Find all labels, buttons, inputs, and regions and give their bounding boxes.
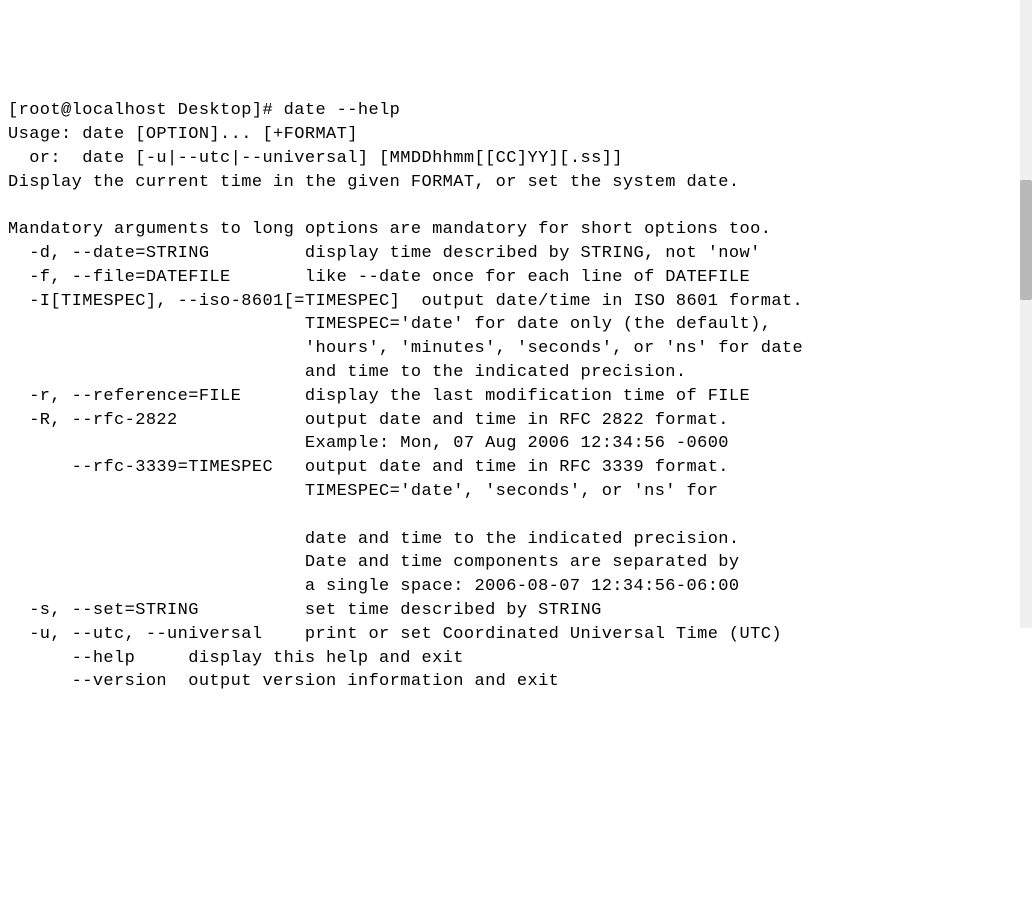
shell-prompt: [root@localhost Desktop]#	[8, 101, 284, 120]
option-rfc3339-line-4: Date and time components are separated b…	[8, 553, 740, 572]
option-rfc3339-line-5: a single space: 2006-08-07 12:34:56-06:0…	[8, 577, 740, 596]
option-r-line: -r, --reference=FILE display the last mo…	[8, 387, 750, 406]
option-I-line-2: TIMESPEC='date' for date only (the defau…	[8, 315, 771, 334]
option-d-line: -d, --date=STRING display time described…	[8, 244, 761, 263]
scrollbar-track[interactable]	[1020, 0, 1032, 628]
option-rfc3339-line-1: --rfc-3339=TIMESPEC output date and time…	[8, 458, 729, 477]
option-f-line: -f, --file=DATEFILE like --date once for…	[8, 268, 750, 287]
usage-line-2: or: date [-u|--utc|--universal] [MMDDhhm…	[8, 149, 623, 168]
usage-line-1: Usage: date [OPTION]... [+FORMAT]	[8, 125, 358, 144]
option-R-line-1: -R, --rfc-2822 output date and time in R…	[8, 411, 729, 430]
option-I-line-3: 'hours', 'minutes', 'seconds', or 'ns' f…	[8, 339, 803, 358]
scrollbar-thumb[interactable]	[1020, 180, 1032, 300]
option-I-line-4: and time to the indicated precision.	[8, 363, 687, 382]
terminal-output[interactable]: [root@localhost Desktop]# date --help Us…	[8, 99, 1024, 694]
option-help-line: --help display this help and exit	[8, 649, 464, 668]
mandatory-line: Mandatory arguments to long options are …	[8, 220, 771, 239]
description-line: Display the current time in the given FO…	[8, 173, 740, 192]
command-text: date --help	[284, 101, 401, 120]
option-rfc3339-line-3: date and time to the indicated precision…	[8, 530, 740, 549]
option-I-line-1: -I[TIMESPEC], --iso-8601[=TIMESPEC] outp…	[8, 292, 803, 311]
option-version-line: --version output version information and…	[8, 672, 559, 691]
option-R-line-2: Example: Mon, 07 Aug 2006 12:34:56 -0600	[8, 434, 729, 453]
option-rfc3339-line-2: TIMESPEC='date', 'seconds', or 'ns' for	[8, 482, 718, 501]
option-s-line: -s, --set=STRING set time described by S…	[8, 601, 602, 620]
